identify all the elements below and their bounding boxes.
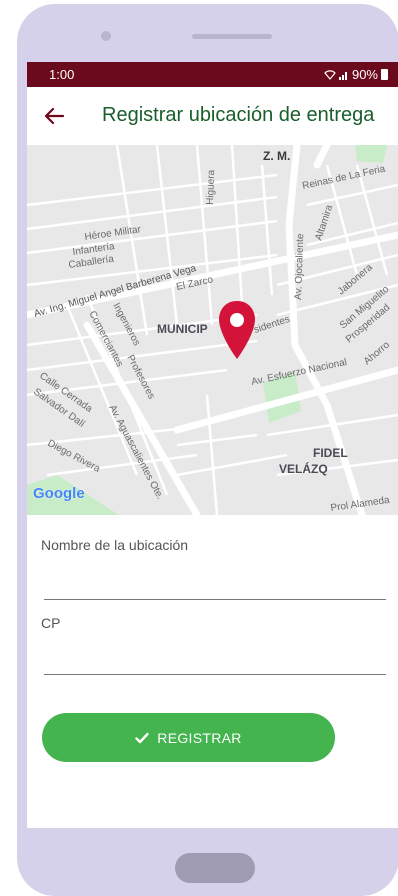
map-label-ojocaliente: Av. Ojocaliente bbox=[293, 233, 306, 300]
name-input-underline bbox=[44, 599, 386, 600]
location-form: Nombre de la ubicación CP bbox=[27, 515, 398, 828]
battery-icon bbox=[381, 69, 388, 80]
name-input[interactable] bbox=[44, 565, 386, 599]
cp-label: CP bbox=[41, 615, 61, 631]
arrow-left-icon[interactable] bbox=[43, 105, 65, 127]
check-icon bbox=[135, 732, 149, 743]
page-title: Registrar ubicación de entrega bbox=[102, 104, 375, 126]
signal-icon bbox=[338, 71, 347, 80]
status-bar: 1:00 90% bbox=[27, 62, 398, 87]
map-label-municipio: MUNICIP bbox=[157, 322, 208, 336]
map-label-velazquez: VELÁZQ bbox=[279, 461, 328, 476]
speaker bbox=[192, 34, 272, 39]
map-label-fidel: FIDEL bbox=[313, 446, 348, 460]
wifi-icon bbox=[324, 69, 336, 80]
name-label: Nombre de la ubicación bbox=[41, 537, 189, 553]
register-button[interactable]: REGISTRAR bbox=[42, 713, 335, 762]
google-logo: Google bbox=[33, 485, 85, 502]
map-label-zm: Z. M. bbox=[263, 149, 290, 163]
cp-input[interactable] bbox=[44, 639, 386, 673]
camera bbox=[101, 31, 111, 41]
register-button-label: REGISTRAR bbox=[157, 729, 242, 746]
home-button[interactable] bbox=[175, 853, 255, 883]
status-time: 1:00 bbox=[49, 67, 75, 82]
app-bar: Registrar ubicación de entrega bbox=[27, 87, 398, 145]
status-icons: 90% bbox=[324, 67, 388, 82]
map-view[interactable]: Z. M. Higuera Reinas de La Feria Héroe M… bbox=[27, 145, 398, 515]
map-label-higuera: Higuera bbox=[205, 169, 217, 205]
battery-level: 90% bbox=[351, 67, 378, 82]
cp-input-underline bbox=[44, 674, 386, 675]
